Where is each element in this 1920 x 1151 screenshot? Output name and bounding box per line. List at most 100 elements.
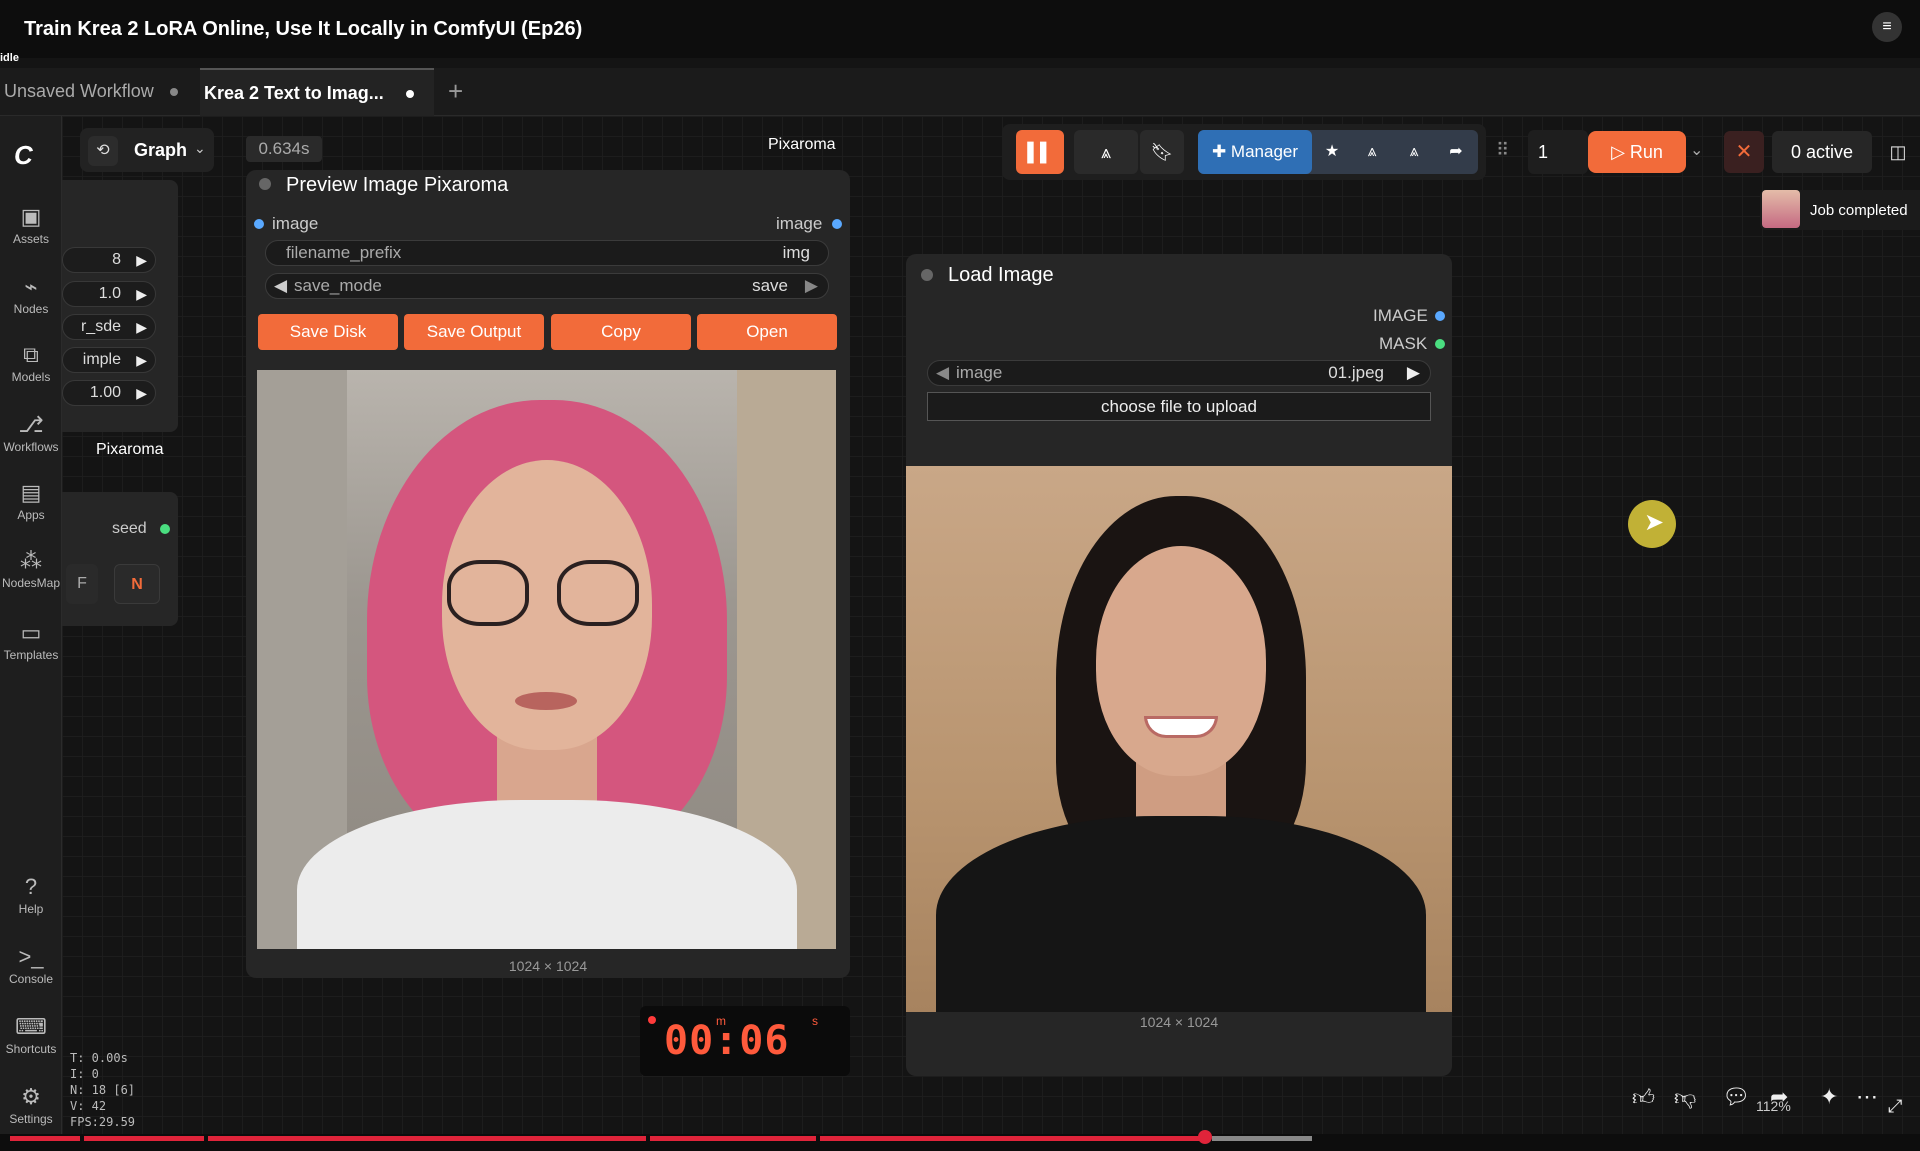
- sidebar-item-label: Assets: [12, 232, 49, 246]
- arrow-left-icon[interactable]: ◀: [936, 361, 949, 385]
- bookmark-icon[interactable]: 🔖︎: [1140, 130, 1184, 174]
- denoise-field[interactable]: 1.00 ▶: [62, 380, 156, 406]
- more-icon[interactable]: ⋯: [1856, 1084, 1878, 1110]
- share-icon[interactable]: ➦: [1436, 130, 1476, 174]
- drag-handle-icon[interactable]: ⠿: [1496, 140, 1509, 161]
- image-output-dot[interactable]: [1435, 311, 1445, 321]
- sidebar-item-nodes[interactable]: ⌁ Nodes: [0, 272, 62, 316]
- node-collapse-dot[interactable]: [259, 178, 271, 190]
- save-disk-button[interactable]: Save Disk: [258, 314, 398, 350]
- sidebar-item-workflows[interactable]: ⎇ Workflows: [0, 410, 62, 454]
- run-button[interactable]: ▷ Run: [1588, 131, 1686, 173]
- tab-label: Krea 2 Text to Imag...: [204, 83, 384, 103]
- progress-scrubber[interactable]: [1198, 1130, 1212, 1144]
- chevron-down-icon[interactable]: ⌄: [1690, 140, 1703, 160]
- tab-unsaved-workflow[interactable]: Unsaved Workflow: [0, 68, 188, 116]
- arrow-right-icon[interactable]: ▶: [136, 381, 147, 405]
- save-mode-field[interactable]: ◀ save_mode save ▶: [265, 273, 829, 299]
- video-title: Train Krea 2 LoRA Online, Use It Locally…: [24, 18, 583, 40]
- sidebar-item-label: Shortcuts: [5, 1042, 57, 1056]
- sidebar-item-label: Nodes: [13, 302, 49, 316]
- mask-output-dot[interactable]: [1435, 339, 1445, 349]
- timer-seconds-unit: s: [812, 1014, 818, 1028]
- sidebar-item-templates[interactable]: ▭ Templates: [0, 618, 62, 662]
- star-icon[interactable]: ★: [1312, 130, 1352, 174]
- comment-icon[interactable]: 💬︎: [1722, 1084, 1750, 1110]
- sidebar-item-nodesmap[interactable]: ⁂ NodesMap: [0, 546, 62, 590]
- krea-logo-icon[interactable]: ⩓: [1074, 130, 1138, 174]
- sidebar-item-help[interactable]: ? Help: [0, 872, 62, 916]
- comfyui-logo-icon[interactable]: C: [14, 140, 33, 171]
- filename-prefix-field[interactable]: filename_prefix img: [265, 240, 829, 266]
- manager-button[interactable]: ✚ Manager: [1198, 130, 1312, 174]
- playlist-menu-icon[interactable]: ≡: [1872, 12, 1902, 42]
- arrow-right-icon[interactable]: ▶: [136, 248, 147, 272]
- arrow-left-icon[interactable]: ◀: [274, 274, 287, 298]
- progress-chapter[interactable]: [10, 1136, 80, 1141]
- model-alt-icon[interactable]: ⩓: [1394, 130, 1434, 174]
- field-value: 1.00: [89, 384, 121, 401]
- save-output-button[interactable]: Save Output: [404, 314, 544, 350]
- tab-krea-text-to-image[interactable]: Krea 2 Text to Imag...: [200, 68, 434, 116]
- batch-count-input[interactable]: 1: [1528, 130, 1588, 174]
- n-button[interactable]: N: [114, 564, 160, 604]
- arrow-right-icon[interactable]: ▶: [136, 282, 147, 306]
- arrow-right-icon[interactable]: ▶: [805, 274, 818, 298]
- sidebar-item-assets[interactable]: ▣ Assets: [0, 202, 62, 246]
- progress-chapter[interactable]: [650, 1136, 816, 1141]
- arrow-right-icon[interactable]: ▶: [136, 315, 147, 339]
- progress-chapter[interactable]: [820, 1136, 1204, 1141]
- input-slot-dot[interactable]: [254, 219, 264, 229]
- zoom-level[interactable]: 112%: [1756, 1098, 1791, 1114]
- chevron-down-icon[interactable]: ⌄: [194, 140, 206, 157]
- graph-icon[interactable]: ⟲: [88, 136, 118, 166]
- fit-view-icon[interactable]: ⤢: [1888, 1096, 1902, 1117]
- sidebar-item-apps[interactable]: ▤ Apps: [0, 478, 62, 522]
- model-icon[interactable]: ⩓: [1352, 130, 1392, 174]
- steps-field[interactable]: 8 ▶: [62, 247, 156, 273]
- seed-node-partial[interactable]: [62, 492, 178, 626]
- sampler-field[interactable]: r_sde ▶: [62, 314, 156, 340]
- sidebar-item-models[interactable]: ⧉ Models: [0, 340, 62, 384]
- output-slot-label: IMAGE: [1373, 306, 1428, 325]
- field-value: r_sde: [80, 318, 121, 335]
- scheduler-field[interactable]: imple ▶: [62, 347, 156, 373]
- sparkle-icon[interactable]: ✦: [1820, 1084, 1838, 1110]
- node-title: Load Image: [948, 264, 1054, 286]
- choose-file-button[interactable]: choose file to upload: [927, 392, 1431, 421]
- f-button[interactable]: F: [66, 564, 98, 604]
- image-select-field[interactable]: ◀ image 01.jpeg ▶: [927, 360, 1431, 386]
- arrow-right-icon[interactable]: ▶: [1407, 361, 1420, 385]
- sidebar: C ▣ Assets ⌁ Nodes ⧉ Models ⎇ Workflows ▤ App…: [0, 116, 62, 1134]
- progress-chapter[interactable]: [208, 1136, 646, 1141]
- graph-menu-label[interactable]: Graph: [134, 140, 187, 161]
- image-dimensions: 1024 × 1024: [1139, 1014, 1219, 1030]
- open-button[interactable]: Open: [697, 314, 837, 350]
- thumbs-up-icon[interactable]: 👍︎: [1632, 1084, 1655, 1111]
- sidebar-item-settings[interactable]: ⚙ Settings: [0, 1082, 62, 1126]
- pixaroma-bars-icon[interactable]: ▌▌: [1016, 130, 1064, 174]
- thumbs-down-icon[interactable]: 👎︎: [1674, 1084, 1696, 1111]
- arrow-right-icon[interactable]: ▶: [136, 348, 147, 372]
- cfg-field[interactable]: 1.0 ▶: [62, 281, 156, 307]
- sidebar-item-label: NodesMap: [1, 576, 61, 590]
- node-collapse-dot[interactable]: [921, 269, 933, 281]
- preview-output-image[interactable]: [257, 370, 836, 949]
- stat-nodes: N: 18 [6]: [70, 1083, 136, 1097]
- gear-icon: ⚙: [21, 1084, 41, 1109]
- copy-button[interactable]: Copy: [551, 314, 691, 350]
- sidebar-item-console[interactable]: >_ Console: [0, 942, 62, 986]
- toggle-panel-icon[interactable]: ◫: [1882, 136, 1914, 168]
- cancel-button[interactable]: ✕: [1724, 131, 1764, 173]
- add-tab-button[interactable]: +: [448, 68, 463, 116]
- seed-output-dot[interactable]: [160, 524, 170, 534]
- field-value: save: [752, 276, 788, 295]
- sidebar-item-label: Help: [18, 902, 44, 916]
- active-queue-button[interactable]: 0 active: [1772, 131, 1872, 173]
- render-stats: T: 0.00s I: 0 N: 18 [6] V: 42 FPS:29.59: [70, 1050, 135, 1130]
- record-dot-icon: [648, 1016, 656, 1024]
- progress-chapter[interactable]: [84, 1136, 204, 1141]
- output-slot-dot[interactable]: [832, 219, 842, 229]
- loaded-image[interactable]: [906, 466, 1452, 1012]
- sidebar-item-shortcuts[interactable]: ⌨ Shortcuts: [0, 1012, 62, 1056]
